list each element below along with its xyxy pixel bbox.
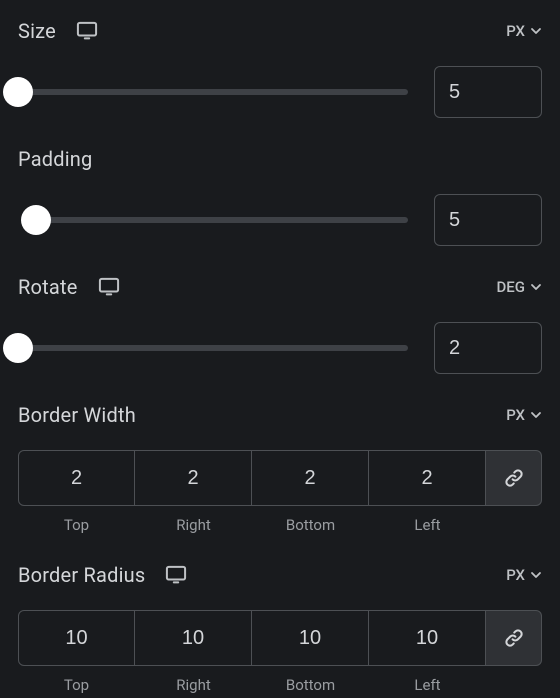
border-width-inputs: Top Right Bottom Left . bbox=[18, 450, 542, 534]
size-unit-selector[interactable]: PX bbox=[506, 22, 542, 40]
size-unit-text: PX bbox=[506, 22, 525, 40]
border-radius-bottom-input[interactable] bbox=[252, 610, 369, 666]
slider-track bbox=[18, 345, 408, 351]
border-width-unit-selector[interactable]: PX bbox=[506, 406, 542, 424]
border-radius-unit-selector[interactable]: PX bbox=[506, 566, 542, 584]
border-radius-unit-text: PX bbox=[506, 566, 525, 584]
border-width-right-input[interactable] bbox=[135, 450, 252, 506]
link-icon bbox=[503, 467, 525, 489]
border-width-top-input[interactable] bbox=[18, 450, 135, 506]
rotate-unit-selector[interactable]: DEG bbox=[497, 278, 542, 296]
responsive-icon[interactable] bbox=[165, 565, 187, 585]
size-value-input[interactable] bbox=[434, 66, 542, 118]
size-label-row: Size PX bbox=[18, 18, 542, 44]
chevron-down-icon bbox=[530, 569, 542, 581]
rotate-section: Rotate DEG bbox=[18, 274, 542, 374]
caption-right: Right bbox=[176, 676, 210, 694]
border-radius-label-row: Border Radius PX bbox=[18, 562, 542, 588]
size-slider[interactable] bbox=[18, 80, 408, 104]
caption-left: Left bbox=[414, 516, 440, 534]
size-section: Size PX bbox=[18, 18, 542, 118]
responsive-icon[interactable] bbox=[98, 277, 120, 297]
border-radius-top-input[interactable] bbox=[18, 610, 135, 666]
slider-track bbox=[36, 217, 408, 223]
padding-label-row: Padding bbox=[18, 146, 542, 172]
border-width-label-row: Border Width PX bbox=[18, 402, 542, 428]
border-width-section: Border Width PX Top Right Bottom Left bbox=[18, 402, 542, 534]
padding-slider[interactable] bbox=[18, 208, 408, 232]
caption-bottom: Bottom bbox=[286, 516, 335, 534]
border-radius-link-button[interactable] bbox=[486, 610, 542, 666]
padding-slider-row bbox=[18, 194, 542, 246]
border-width-unit-text: PX bbox=[506, 406, 525, 424]
chevron-down-icon bbox=[530, 281, 542, 293]
slider-thumb[interactable] bbox=[3, 333, 33, 363]
chevron-down-icon bbox=[530, 25, 542, 37]
border-width-bottom-input[interactable] bbox=[252, 450, 369, 506]
rotate-unit-text: DEG bbox=[497, 278, 525, 296]
padding-value-input[interactable] bbox=[434, 194, 542, 246]
border-radius-right-input[interactable] bbox=[135, 610, 252, 666]
caption-top: Top bbox=[64, 676, 89, 694]
border-width-link-button[interactable] bbox=[486, 450, 542, 506]
rotate-value-input[interactable] bbox=[434, 322, 542, 374]
border-radius-section: Border Radius PX Top Right Bottom Left bbox=[18, 562, 542, 694]
slider-thumb[interactable] bbox=[3, 77, 33, 107]
rotate-slider-row bbox=[18, 322, 542, 374]
slider-track bbox=[18, 89, 408, 95]
border-radius-label: Border Radius bbox=[18, 563, 145, 587]
rotate-slider[interactable] bbox=[18, 336, 408, 360]
caption-top: Top bbox=[64, 516, 89, 534]
slider-thumb[interactable] bbox=[21, 205, 51, 235]
border-width-left-input[interactable] bbox=[369, 450, 486, 506]
link-icon bbox=[503, 627, 525, 649]
border-width-label: Border Width bbox=[18, 403, 136, 427]
border-radius-inputs: Top Right Bottom Left . bbox=[18, 610, 542, 694]
rotate-label: Rotate bbox=[18, 275, 78, 299]
responsive-icon[interactable] bbox=[76, 21, 98, 41]
chevron-down-icon bbox=[530, 409, 542, 421]
caption-bottom: Bottom bbox=[286, 676, 335, 694]
caption-right: Right bbox=[176, 516, 210, 534]
rotate-label-row: Rotate DEG bbox=[18, 274, 542, 300]
border-radius-left-input[interactable] bbox=[369, 610, 486, 666]
padding-section: Padding bbox=[18, 146, 542, 246]
size-label: Size bbox=[18, 19, 56, 43]
padding-label: Padding bbox=[18, 147, 93, 171]
size-slider-row bbox=[18, 66, 542, 118]
caption-left: Left bbox=[414, 676, 440, 694]
